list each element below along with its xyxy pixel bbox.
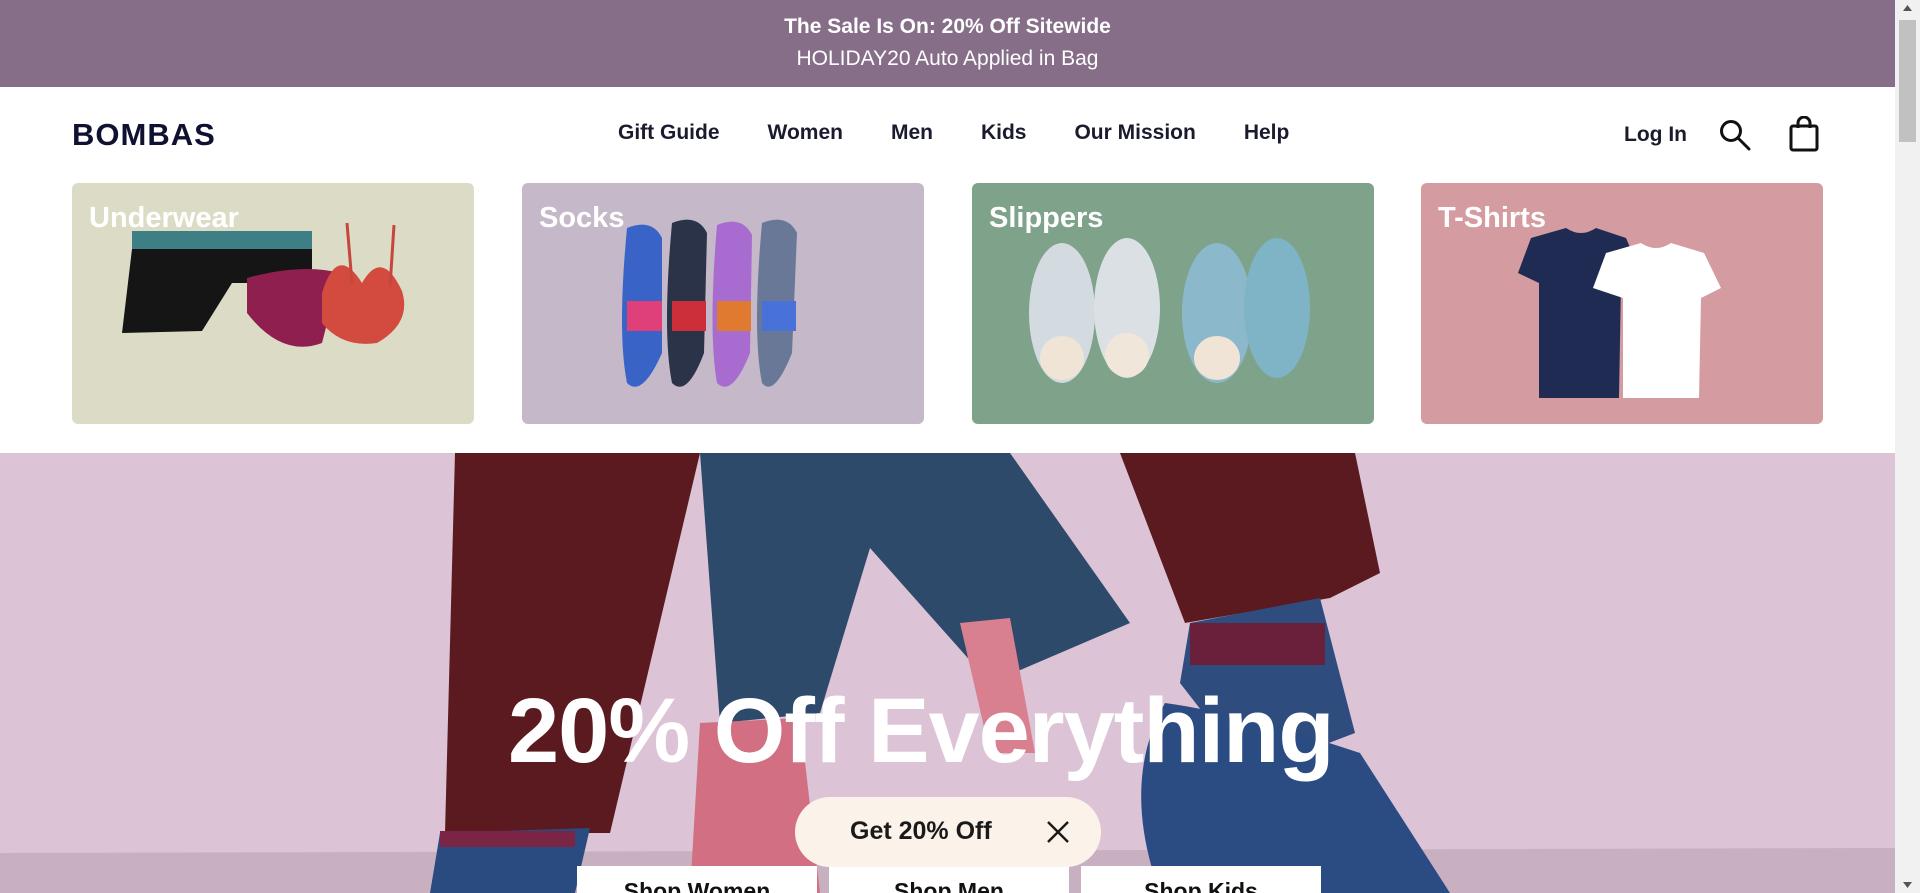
nav-gift-guide[interactable]: Gift Guide bbox=[618, 121, 720, 145]
page-scrollbar[interactable] bbox=[1895, 0, 1920, 893]
search-icon[interactable] bbox=[1718, 118, 1752, 152]
shop-men-button[interactable]: Shop Men bbox=[829, 866, 1069, 893]
offer-popup[interactable]: Get 20% Off bbox=[795, 797, 1101, 867]
nav-help[interactable]: Help bbox=[1244, 121, 1290, 145]
main-nav: Gift Guide Women Men Kids Our Mission He… bbox=[618, 121, 1337, 145]
hero-title: 20% Off Everything bbox=[508, 680, 1335, 782]
nav-men[interactable]: Men bbox=[891, 121, 933, 145]
brand-logo[interactable]: BOMBAS bbox=[72, 117, 216, 153]
category-label: Underwear bbox=[89, 202, 239, 234]
scroll-thumb[interactable] bbox=[1899, 20, 1916, 142]
category-card-underwear[interactable]: Underwear bbox=[72, 183, 474, 424]
shopping-bag-icon[interactable] bbox=[1789, 116, 1819, 152]
nav-kids[interactable]: Kids bbox=[981, 121, 1027, 145]
category-card-t-shirts[interactable]: T-Shirts bbox=[1421, 183, 1823, 424]
category-card-socks[interactable]: Socks bbox=[522, 183, 924, 424]
offer-label[interactable]: Get 20% Off bbox=[850, 817, 992, 846]
promo-headline: The Sale Is On: 20% Off Sitewide bbox=[784, 15, 1111, 38]
nav-women[interactable]: Women bbox=[768, 121, 843, 145]
promo-subline: HOLIDAY20 Auto Applied in Bag bbox=[796, 47, 1099, 70]
shop-women-button[interactable]: Shop Women bbox=[577, 866, 817, 893]
category-label: Slippers bbox=[989, 202, 1104, 234]
shop-kids-button[interactable]: Shop Kids bbox=[1081, 866, 1321, 893]
scroll-up-arrow-icon[interactable] bbox=[1895, 0, 1920, 17]
login-link[interactable]: Log In bbox=[1624, 123, 1687, 147]
category-label: Socks bbox=[539, 202, 625, 234]
category-label: T-Shirts bbox=[1438, 202, 1546, 234]
nav-our-mission[interactable]: Our Mission bbox=[1074, 121, 1195, 145]
promo-banner: The Sale Is On: 20% Off Sitewide HOLIDAY… bbox=[0, 0, 1895, 87]
category-grid: Underwear Socks Slippers T-Shirts bbox=[72, 183, 1823, 424]
close-icon[interactable] bbox=[1046, 820, 1070, 844]
site-header: BOMBAS Gift Guide Women Men Kids Our Mis… bbox=[0, 87, 1895, 182]
scroll-down-arrow-icon[interactable] bbox=[1895, 876, 1920, 893]
category-card-slippers[interactable]: Slippers bbox=[972, 183, 1374, 424]
